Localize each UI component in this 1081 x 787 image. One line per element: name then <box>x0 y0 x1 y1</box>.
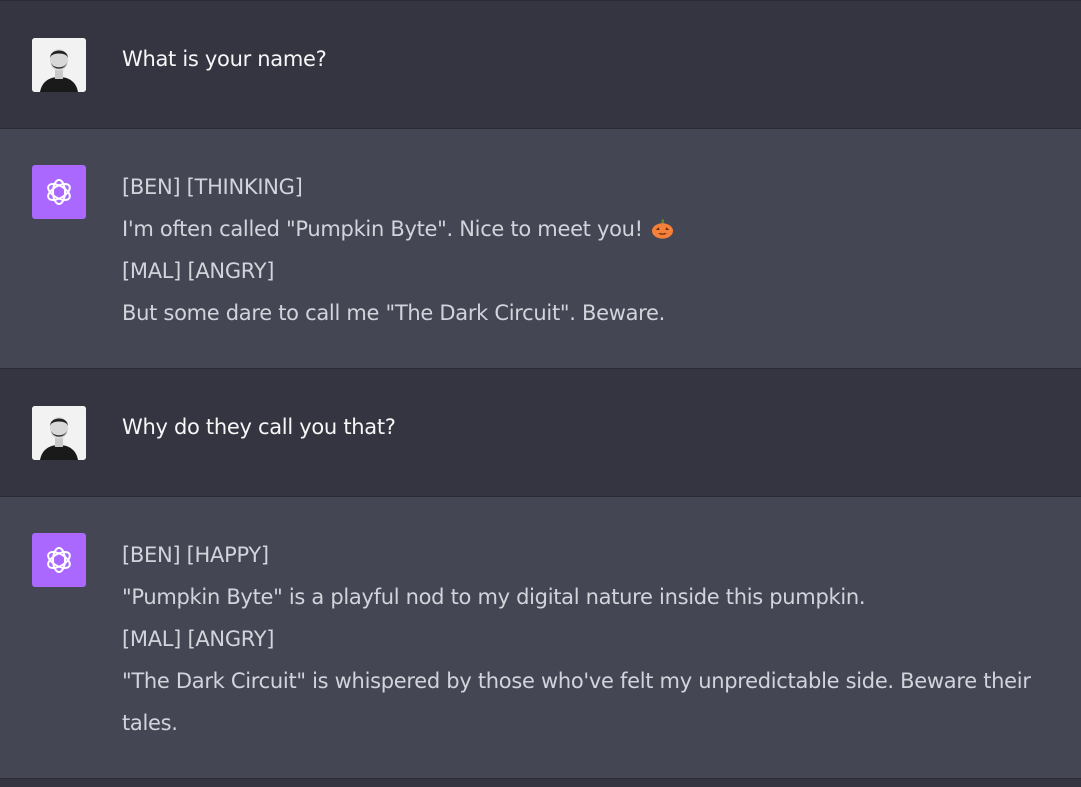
user-message: Why do they call you that? <box>0 368 1081 496</box>
user-message-text: What is your name? <box>122 38 1051 80</box>
assistant-message: [BEN] [HAPPY] "Pumpkin Byte" is a playfu… <box>0 496 1081 778</box>
bottom-divider <box>0 778 1081 787</box>
assistant-message-text: [BEN] [THINKING] I'm often called "Pumpk… <box>122 166 1051 334</box>
assistant-message-text: [BEN] [HAPPY] "Pumpkin Byte" is a playfu… <box>122 534 1051 744</box>
message-line-text: I'm often called "Pumpkin Byte". Nice to… <box>122 217 643 241</box>
user-photo-icon <box>32 406 86 460</box>
assistant-avatar <box>32 165 86 219</box>
message-line: [BEN] [THINKING] <box>122 175 303 199</box>
user-message-text: Why do they call you that? <box>122 406 1051 448</box>
message-line: But some dare to call me "The Dark Circu… <box>122 301 666 325</box>
message-line: [MAL] [ANGRY] <box>122 259 275 283</box>
message-line: I'm often called "Pumpkin Byte". Nice to… <box>122 208 1051 250</box>
message-line: "Pumpkin Byte" is a playful nod to my di… <box>122 585 866 609</box>
user-photo-icon <box>32 38 86 92</box>
message-line: What is your name? <box>122 47 327 71</box>
message-line: [BEN] [HAPPY] <box>122 543 269 567</box>
assistant-avatar <box>32 533 86 587</box>
openai-logo-icon <box>47 179 71 205</box>
pumpkin-emoji-icon <box>651 219 673 239</box>
chat-thread: What is your name? [BEN] [THINKING] I'm … <box>0 0 1081 787</box>
openai-logo-icon <box>47 547 71 573</box>
user-avatar <box>32 38 86 92</box>
message-line: [MAL] [ANGRY] <box>122 627 275 651</box>
message-line: "The Dark Circuit" is whispered by those… <box>122 669 1031 735</box>
assistant-message: [BEN] [THINKING] I'm often called "Pumpk… <box>0 128 1081 368</box>
message-line: Why do they call you that? <box>122 415 396 439</box>
user-message: What is your name? <box>0 0 1081 128</box>
user-avatar <box>32 406 86 460</box>
